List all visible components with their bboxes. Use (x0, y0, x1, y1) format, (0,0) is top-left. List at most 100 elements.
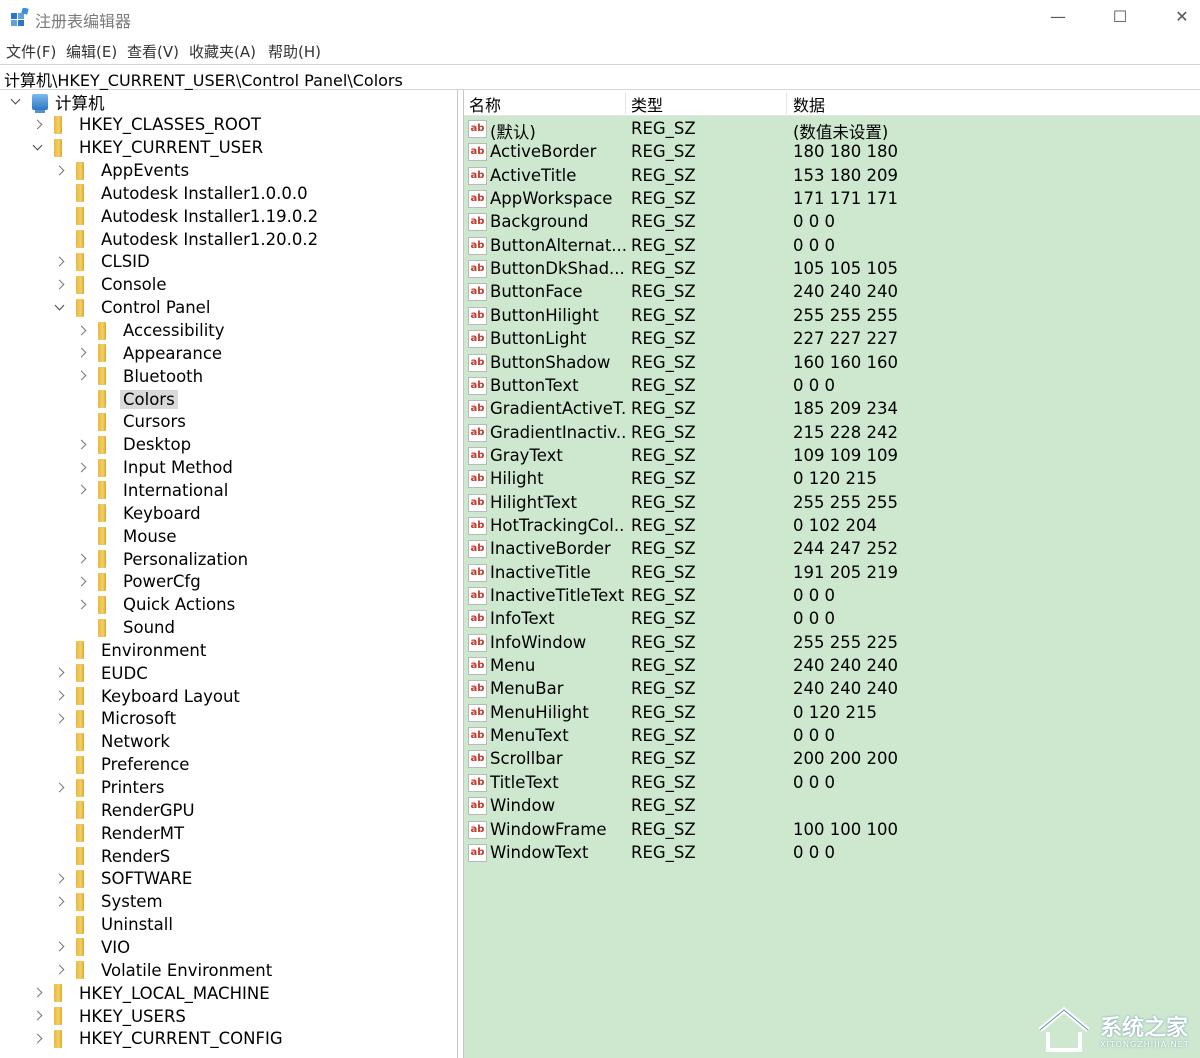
tree-item[interactable]: Desktop (76, 434, 194, 456)
list-row[interactable]: ab ButtonDkShad... REG_SZ 105 105 105 (464, 258, 1200, 281)
tree-item[interactable]: Appearance (76, 342, 225, 364)
list-row[interactable]: ab Menu REG_SZ 240 240 240 (464, 655, 1200, 678)
list-row[interactable]: ab MenuText REG_SZ 0 0 0 (464, 725, 1200, 748)
tree-item[interactable]: System (54, 891, 166, 913)
tree-item[interactable]: CLSID (54, 251, 153, 273)
chevron-right-icon[interactable] (32, 1033, 44, 1045)
menu-help[interactable]: 帮助(H) (268, 41, 321, 62)
tree-item[interactable]: AppEvents (54, 160, 192, 182)
tree-item[interactable]: Quick Actions (76, 594, 238, 616)
tree-item[interactable]: Control Panel (54, 297, 213, 319)
chevron-right-icon[interactable] (76, 576, 88, 588)
list-row[interactable]: ab TitleText REG_SZ 0 0 0 (464, 772, 1200, 795)
list-row[interactable]: ab ButtonText REG_SZ 0 0 0 (464, 375, 1200, 398)
column-header-name[interactable]: 名称 (469, 92, 501, 115)
tree-item[interactable]: Environment (54, 639, 209, 661)
column-separator[interactable] (625, 92, 626, 114)
chevron-right-icon[interactable] (54, 941, 66, 953)
tree-item[interactable]: SOFTWARE (54, 868, 195, 890)
tree-item[interactable]: RenderMT (54, 822, 187, 844)
chevron-right-icon[interactable] (32, 1010, 44, 1022)
list-row[interactable]: ab InactiveBorder REG_SZ 244 247 252 (464, 538, 1200, 561)
list-row[interactable]: ab InfoText REG_SZ 0 0 0 (464, 608, 1200, 631)
address-path[interactable]: 计算机\HKEY_CURRENT_USER\Control Panel\Colo… (4, 67, 403, 91)
chevron-right-icon[interactable] (76, 370, 88, 382)
list-row[interactable]: ab Scrollbar REG_SZ 200 200 200 (464, 748, 1200, 771)
list-row[interactable]: ab MenuBar REG_SZ 240 240 240 (464, 678, 1200, 701)
chevron-right-icon[interactable] (76, 484, 88, 496)
list-row[interactable]: ab ButtonAlternat... REG_SZ 0 0 0 (464, 235, 1200, 258)
list-row[interactable]: ab (默认) REG_SZ (数值未设置) (464, 118, 1200, 142)
chevron-right-icon[interactable] (54, 896, 66, 908)
chevron-down-icon[interactable] (10, 96, 22, 108)
list-row[interactable]: ab WindowFrame REG_SZ 100 100 100 (464, 819, 1200, 842)
tree-item[interactable]: Printers (54, 777, 168, 799)
list-row[interactable]: ab HotTrackingCol... REG_SZ 0 102 204 (464, 515, 1200, 538)
list-row[interactable]: ab HilightText REG_SZ 255 255 255 (464, 492, 1200, 515)
tree-item[interactable]: Colors (76, 388, 178, 410)
registry-tree[interactable]: 计算机 HKEY_CLASSES_ROOT HKEY_CURRENT_USER App… (0, 90, 458, 1058)
tree-item[interactable]: Input Method (76, 457, 236, 479)
tree-item[interactable]: Mouse (76, 525, 180, 547)
tree-item[interactable]: VIO (54, 936, 133, 958)
chevron-right-icon[interactable] (76, 325, 88, 337)
chevron-right-icon[interactable] (54, 873, 66, 885)
chevron-right-icon[interactable] (54, 279, 66, 291)
tree-item[interactable]: Sound (76, 617, 178, 639)
list-row[interactable]: ab ButtonHilight REG_SZ 255 255 255 (464, 305, 1200, 328)
maximize-button[interactable]: ☐ (1108, 6, 1132, 30)
tree-item[interactable]: Autodesk Installer1.19.0.2 (54, 205, 321, 227)
chevron-right-icon[interactable] (76, 439, 88, 451)
list-row[interactable]: ab ActiveTitle REG_SZ 153 180 209 (464, 165, 1200, 188)
chevron-down-icon[interactable] (54, 302, 66, 314)
chevron-right-icon[interactable] (76, 462, 88, 474)
chevron-right-icon[interactable] (54, 165, 66, 177)
tree-item[interactable]: Volatile Environment (54, 959, 275, 981)
chevron-right-icon[interactable] (32, 119, 44, 131)
tree-item[interactable]: Keyboard (76, 502, 204, 524)
address-bar[interactable]: 计算机\HKEY_CURRENT_USER\Control Panel\Colo… (0, 64, 1200, 90)
tree-item[interactable]: HKEY_CLASSES_ROOT (32, 114, 264, 136)
chevron-right-icon[interactable] (54, 667, 66, 679)
tree-item[interactable]: RenderGPU (54, 799, 198, 821)
tree-item[interactable]: HKEY_CURRENT_USER (32, 137, 266, 159)
chevron-right-icon[interactable] (76, 553, 88, 565)
values-list[interactable]: 名称 类型 数据 ab (默认) REG_SZ (数值未设置) ab ActiveBord… (463, 90, 1200, 1058)
list-row[interactable]: ab AppWorkspace REG_SZ 171 171 171 (464, 188, 1200, 211)
list-row[interactable]: ab Window REG_SZ (464, 795, 1200, 818)
menu-edit[interactable]: 编辑(E) (66, 41, 117, 62)
chevron-right-icon[interactable] (54, 782, 66, 794)
list-row[interactable]: ab WindowText REG_SZ 0 0 0 (464, 842, 1200, 865)
column-header-data[interactable]: 数据 (793, 92, 825, 115)
list-row[interactable]: ab InactiveTitle REG_SZ 191 205 219 (464, 562, 1200, 585)
chevron-right-icon[interactable] (54, 690, 66, 702)
chevron-right-icon[interactable] (54, 713, 66, 725)
chevron-right-icon[interactable] (32, 987, 44, 999)
tree-item[interactable]: Personalization (76, 548, 251, 570)
tree-item[interactable]: Microsoft (54, 708, 179, 730)
tree-item[interactable]: Autodesk Installer1.20.0.2 (54, 228, 321, 250)
list-row[interactable]: ab Background REG_SZ 0 0 0 (464, 211, 1200, 234)
tree-item[interactable]: 计算机 (10, 91, 108, 113)
chevron-right-icon[interactable] (54, 964, 66, 976)
chevron-right-icon[interactable] (76, 599, 88, 611)
tree-item[interactable]: Autodesk Installer1.0.0.0 (54, 182, 311, 204)
tree-item[interactable]: Accessibility (76, 320, 228, 342)
chevron-right-icon[interactable] (54, 256, 66, 268)
tree-item[interactable]: Console (54, 274, 170, 296)
list-row[interactable]: ab ButtonLight REG_SZ 227 227 227 (464, 328, 1200, 351)
tree-item[interactable]: Preference (54, 754, 192, 776)
list-row[interactable]: ab MenuHilight REG_SZ 0 120 215 (464, 702, 1200, 725)
tree-item[interactable]: HKEY_USERS (32, 1005, 189, 1027)
close-button[interactable]: ✕ (1170, 6, 1194, 30)
chevron-down-icon[interactable] (32, 142, 44, 154)
menu-view[interactable]: 查看(V) (127, 41, 179, 62)
list-row[interactable]: ab GrayText REG_SZ 109 109 109 (464, 445, 1200, 468)
tree-item[interactable]: HKEY_CURRENT_CONFIG (32, 1028, 286, 1050)
tree-item[interactable]: HKEY_LOCAL_MACHINE (32, 982, 273, 1004)
tree-item[interactable]: RenderS (54, 845, 173, 867)
list-row[interactable]: ab GradientActiveT... REG_SZ 185 209 234 (464, 398, 1200, 421)
list-row[interactable]: ab InactiveTitleText REG_SZ 0 0 0 (464, 585, 1200, 608)
tree-item[interactable]: Bluetooth (76, 365, 206, 387)
tree-item[interactable]: International (76, 479, 231, 501)
